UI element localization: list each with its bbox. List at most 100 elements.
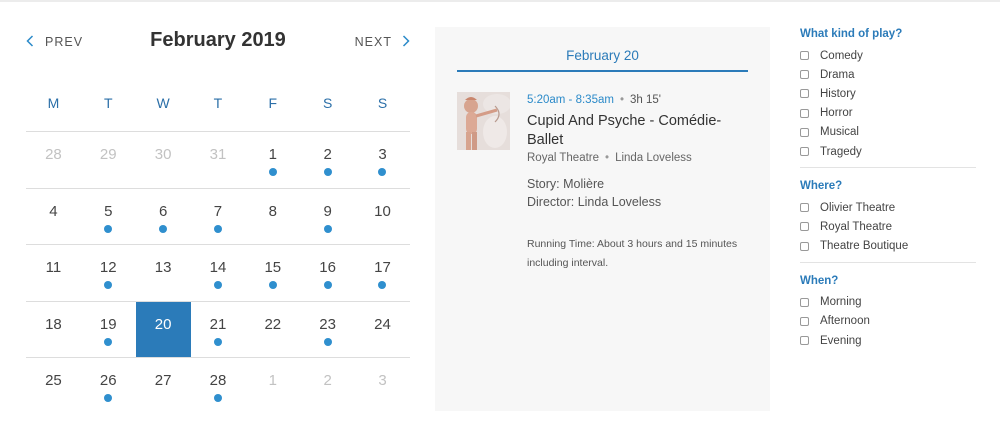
- calendar-day[interactable]: 12: [81, 245, 136, 301]
- calendar-day[interactable]: 9: [300, 189, 355, 245]
- event-indicator-dot: [213, 394, 222, 402]
- event-panel: February 20 5:20am - 8:35am • 3h 15' Cupid…: [435, 27, 770, 411]
- filter-checkbox[interactable]: [800, 70, 809, 80]
- filter-option[interactable]: Theatre Boutique: [800, 237, 976, 256]
- filter-option-label: Comedy: [820, 49, 863, 62]
- calendar-day[interactable]: 8: [245, 189, 300, 245]
- event-venue: Royal Theatre: [527, 152, 600, 164]
- filter-option[interactable]: Drama: [800, 65, 976, 84]
- event-thumbnail[interactable]: [457, 92, 510, 150]
- calendar-day[interactable]: 7: [191, 189, 246, 245]
- filter-checkbox[interactable]: [800, 89, 809, 99]
- day-number: 2: [323, 146, 332, 163]
- day-number: 6: [158, 202, 168, 220]
- calendar-day[interactable]: 26: [81, 358, 136, 415]
- filter-option[interactable]: Olivier Theatre: [800, 198, 976, 217]
- event-indicator-dot: [213, 337, 222, 346]
- filter-checkbox[interactable]: [800, 336, 809, 346]
- filter-option[interactable]: Comedy: [800, 46, 976, 65]
- weekday-label: T: [103, 95, 113, 111]
- day-number: 21: [209, 315, 227, 333]
- calendar-day[interactable]: 14: [191, 245, 246, 301]
- calendar-day[interactable]: 6: [136, 189, 191, 245]
- day-number: 17: [374, 259, 391, 276]
- calendar-day[interactable]: 10: [355, 189, 410, 245]
- calendar-day[interactable]: 17: [355, 245, 410, 301]
- next-month-button[interactable]: NEXT: [355, 35, 410, 49]
- calendar-day[interactable]: 11: [26, 245, 81, 301]
- filter-checkbox[interactable]: [800, 108, 809, 118]
- filter-checkbox[interactable]: [800, 127, 809, 137]
- filter-checkbox[interactable]: [800, 222, 809, 232]
- calendar-day[interactable]: 13: [136, 245, 191, 301]
- filter-option[interactable]: Morning: [800, 293, 976, 312]
- calendar-day[interactable]: 31: [191, 132, 246, 188]
- calendar-day[interactable]: 29: [81, 132, 136, 188]
- calendar-day[interactable]: 28: [26, 132, 81, 188]
- calendar-day[interactable]: 1: [245, 358, 300, 415]
- calendar-day[interactable]: 3: [355, 358, 410, 415]
- filter-sidebar: What kind of play? Comedy Drama History Horr…: [800, 28, 976, 356]
- calendar-day[interactable]: 23: [300, 302, 355, 358]
- filter-option[interactable]: History: [800, 84, 976, 103]
- day-number: 10: [374, 202, 391, 220]
- calendar-day[interactable]: 5: [81, 189, 136, 245]
- day-number: 4: [49, 202, 58, 220]
- calendar-day[interactable]: 27: [136, 358, 191, 415]
- event-indicator-dot: [378, 281, 387, 289]
- calendar-day[interactable]: 18: [26, 302, 81, 358]
- month-title: February 2019: [150, 29, 286, 51]
- weekday-label: S: [322, 95, 333, 111]
- event-indicator-dot: [323, 224, 332, 233]
- filter-option[interactable]: Evening: [800, 331, 976, 350]
- calendar-day[interactable]: 25: [26, 358, 81, 415]
- event-indicator-dot: [323, 168, 332, 176]
- filter-checkbox[interactable]: [800, 51, 809, 61]
- filter-group-heading: When?: [800, 274, 839, 287]
- event-time: 5:20am - 8:35am: [527, 94, 614, 106]
- filter-checkbox[interactable]: [800, 241, 809, 251]
- calendar-day[interactable]: 4: [26, 189, 81, 245]
- filter-checkbox[interactable]: [800, 297, 809, 307]
- calendar-day[interactable]: 3: [355, 132, 410, 188]
- day-number: 2: [323, 372, 332, 389]
- calendar-day[interactable]: 30: [136, 132, 191, 188]
- calendar-day[interactable]: 16: [300, 245, 355, 301]
- weekday-label: S: [377, 95, 388, 111]
- filter-option[interactable]: Musical: [800, 123, 976, 142]
- month-calendar: PREV February 2019 NEXT MTWTFSS 28 29 30 31…: [26, 28, 410, 415]
- event-indicator-dot: [104, 224, 113, 233]
- top-divider: [0, 0, 1000, 2]
- calendar-day[interactable]: 2: [300, 358, 355, 415]
- event-indicator-dot: [104, 337, 113, 346]
- calendar-day-selected[interactable]: 20: [135, 301, 191, 357]
- calendar-day[interactable]: 22: [245, 302, 300, 358]
- calendar-day[interactable]: 28: [191, 358, 246, 415]
- calendar-day[interactable]: 15: [245, 245, 300, 301]
- filter-checkbox[interactable]: [800, 316, 809, 326]
- event-title[interactable]: Cupid And Psyche - Comédie-Ballet: [527, 112, 732, 150]
- calendar-day[interactable]: 1: [245, 132, 300, 188]
- event-indicator-dot: [323, 281, 332, 289]
- calendar-day[interactable]: 21: [191, 302, 246, 358]
- calendar-day[interactable]: 19: [81, 302, 136, 358]
- filter-option[interactable]: Tragedy: [800, 142, 976, 161]
- day-number: 12: [99, 259, 117, 276]
- calendar-week-row: 18 19 20 21 22 23 24: [26, 301, 410, 358]
- event-director: Director: Linda Loveless: [527, 195, 662, 209]
- filter-option[interactable]: Afternoon: [800, 312, 976, 331]
- calendar-day[interactable]: 2: [300, 132, 355, 188]
- chevron-right-icon: [402, 35, 410, 49]
- filter-option-label: History: [820, 87, 856, 100]
- filter-option[interactable]: Horror: [800, 104, 976, 123]
- event-person: Linda Loveless: [615, 152, 692, 164]
- filter-option-label: Afternoon: [820, 315, 870, 328]
- calendar-day[interactable]: 24: [355, 302, 410, 358]
- filter-checkbox[interactable]: [800, 147, 809, 157]
- event-indicator-dot: [213, 224, 222, 233]
- filter-checkbox[interactable]: [800, 203, 809, 213]
- next-month-label: NEXT: [354, 35, 392, 49]
- filter-option[interactable]: Royal Theatre: [800, 217, 976, 236]
- filter-group: Where? Olivier Theatre Royal Theatre Theatr…: [800, 167, 976, 262]
- event-indicator-dot: [104, 394, 113, 402]
